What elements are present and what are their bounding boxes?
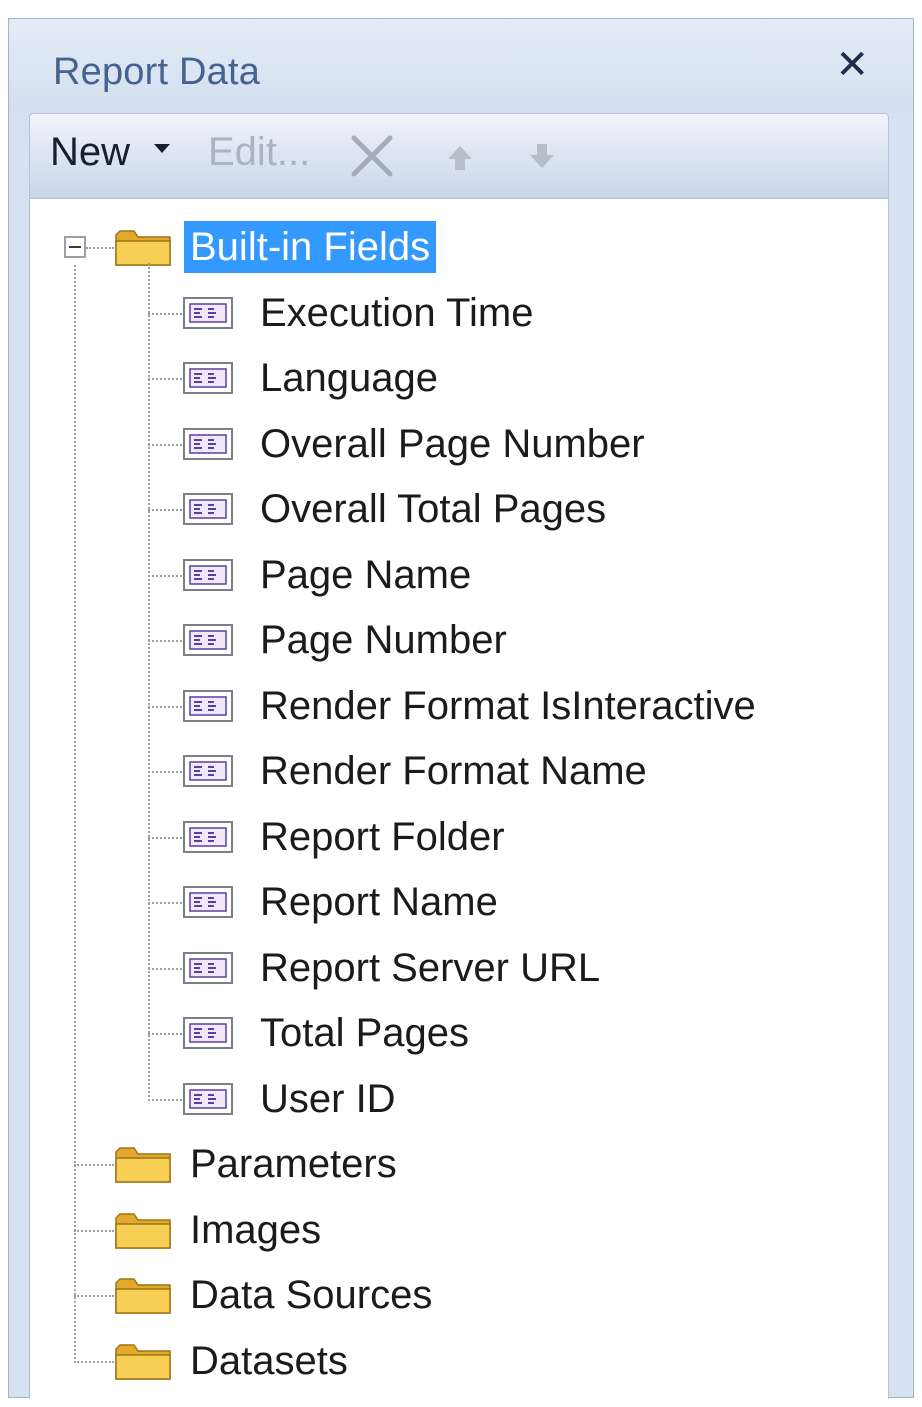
- tree-item-label: User ID: [260, 1076, 396, 1121]
- tree-connector: [148, 443, 182, 446]
- tree-item-label: Report Name: [260, 880, 498, 924]
- delete-x-icon[interactable]: [348, 132, 396, 180]
- field-icon: [183, 427, 233, 460]
- field-icon: [183, 1017, 233, 1049]
- collapse-icon[interactable]: [64, 236, 86, 258]
- tree-node-label: Data Sources: [190, 1273, 433, 1317]
- tree-node-folder[interactable]: Data Sources: [30, 1265, 870, 1325]
- tree-node-label: Parameters: [190, 1142, 397, 1186]
- tree-connector: [148, 509, 182, 511]
- panel-title: Report Data: [53, 51, 261, 93]
- tree-connector: [148, 378, 182, 380]
- tree-item-label: Page Number: [260, 618, 507, 662]
- tree-item-label: Report Server URL: [260, 945, 601, 990]
- tree-item-label: Language: [260, 356, 438, 400]
- field-icon: [183, 820, 233, 853]
- tree-item-label: Overall Page Number: [260, 421, 645, 466]
- chevron-down-icon[interactable]: [154, 144, 170, 153]
- move-up-icon[interactable]: [444, 142, 476, 174]
- tree-connector: [148, 263, 150, 1101]
- folder-icon: [115, 1212, 171, 1249]
- tree-connector: [74, 1360, 114, 1363]
- tree-connector: [74, 1229, 114, 1232]
- edit-button[interactable]: Edit...: [208, 130, 310, 175]
- tree-node-label: Images: [190, 1207, 322, 1252]
- tree-connector: [148, 1098, 182, 1101]
- tree-node-folder[interactable]: Parameters: [30, 1134, 870, 1194]
- new-button[interactable]: New: [50, 130, 130, 175]
- close-icon[interactable]: ✕: [835, 45, 869, 85]
- field-icon: [183, 362, 233, 394]
- tree-connector: [148, 640, 182, 642]
- panel-toolbar: New Edit...: [29, 113, 889, 199]
- tree-connector: [86, 247, 114, 249]
- tree-item-label: Render Format Name: [260, 749, 647, 793]
- tree-connector: [148, 902, 182, 904]
- tree-connector: [148, 967, 182, 970]
- tree-node-label: Built-in Fields: [184, 221, 437, 273]
- tree-connector: [148, 836, 182, 839]
- tree-connector: [74, 1164, 114, 1166]
- field-icon: [183, 886, 233, 918]
- field-icon: [183, 624, 233, 656]
- tree-connector: [74, 265, 76, 1363]
- tree-node-built-in-fields[interactable]: Built-in Fields: [30, 217, 870, 277]
- field-icon: [183, 1082, 233, 1115]
- tree-item-label: Execution Time: [260, 290, 534, 335]
- folder-icon: [115, 1343, 171, 1380]
- field-icon: [183, 493, 233, 525]
- tree-connector: [148, 574, 182, 577]
- folder-icon: [115, 1147, 171, 1183]
- tree-node-folder[interactable]: Images: [30, 1200, 870, 1260]
- tree-item-label: Total Pages: [260, 1011, 470, 1055]
- tree-connector: [148, 771, 182, 773]
- field-icon: [183, 755, 233, 787]
- tree-item-label: Report Folder: [260, 814, 505, 859]
- move-down-icon[interactable]: [526, 140, 558, 172]
- panel-titlebar: Report Data ✕: [9, 19, 913, 113]
- report-data-tree: Built-in Fields Execution Time Language Ove…: [29, 199, 889, 1399]
- folder-icon: [115, 1278, 171, 1314]
- field-icon: [183, 951, 233, 984]
- tree-connector: [148, 312, 182, 315]
- tree-node-folder[interactable]: Datasets: [30, 1331, 870, 1391]
- tree-item-label: Overall Total Pages: [260, 487, 607, 531]
- tree-connector: [74, 1295, 114, 1297]
- tree-item-label: Render Format IsInteractive: [260, 683, 756, 728]
- field-icon: [183, 689, 233, 722]
- tree-node-label: Datasets: [190, 1338, 348, 1383]
- folder-icon: [115, 230, 171, 266]
- field-icon: [183, 558, 233, 591]
- report-data-panel: Report Data ✕ New Edit... Built-in Field…: [8, 18, 914, 1399]
- tree-connector: [148, 1033, 182, 1035]
- tree-item-label: Page Name: [260, 552, 472, 597]
- tree-connector: [148, 705, 182, 708]
- field-icon: [183, 296, 233, 329]
